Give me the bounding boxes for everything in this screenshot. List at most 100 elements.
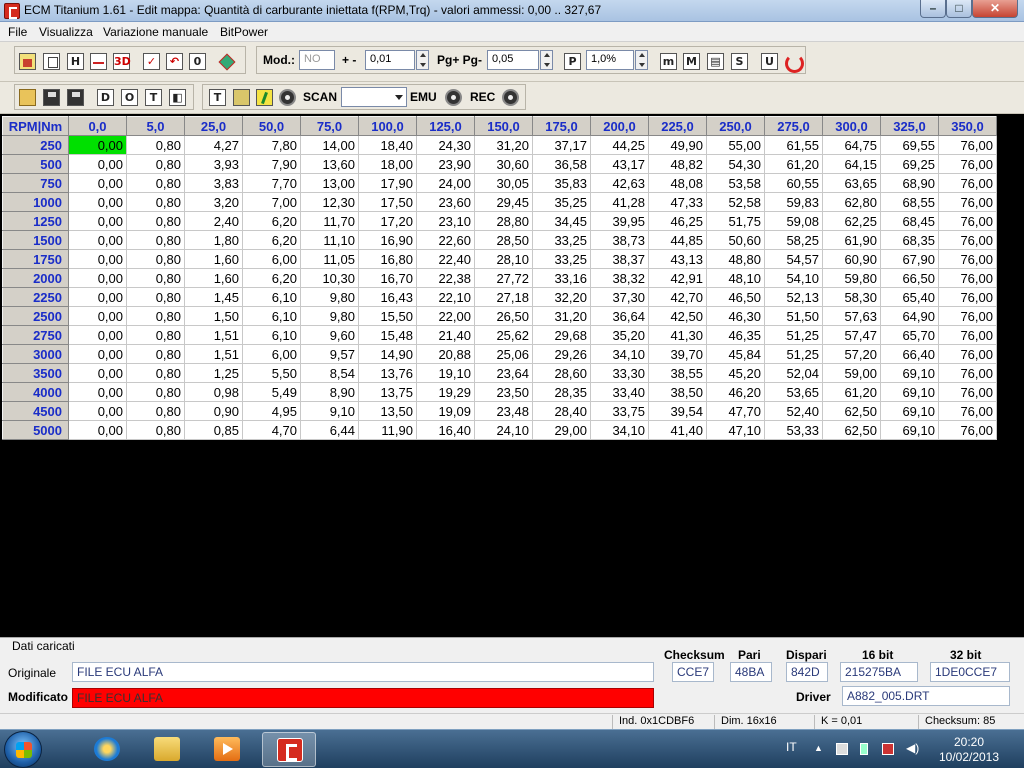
emu-icon[interactable] xyxy=(445,89,462,106)
map-cell[interactable]: 35,25 xyxy=(532,192,591,212)
map-cell[interactable]: 39,54 xyxy=(648,401,707,421)
map-cell[interactable]: 25,62 xyxy=(474,325,533,345)
map-cell[interactable]: 46,30 xyxy=(706,306,765,326)
page-step-spinner[interactable] xyxy=(540,50,553,70)
map-cell[interactable]: 0,00 xyxy=(68,173,127,193)
taskbar-ecm[interactable] xyxy=(262,732,316,767)
map-cell[interactable]: 61,20 xyxy=(822,382,881,402)
map-cell[interactable]: 66,50 xyxy=(880,268,939,288)
map-cell[interactable]: 35,83 xyxy=(532,173,591,193)
original-file-field[interactable]: FILE ECU ALFA xyxy=(72,662,654,682)
m-icon[interactable]: M xyxy=(683,53,700,70)
map-cell[interactable]: 76,00 xyxy=(938,173,997,193)
map-cell[interactable]: 51,25 xyxy=(764,344,823,364)
map-cell[interactable]: 33,30 xyxy=(590,363,649,383)
map-cell[interactable]: 17,50 xyxy=(358,192,417,212)
map-cell[interactable]: 21,40 xyxy=(416,325,475,345)
map-cell[interactable]: 6,00 xyxy=(242,249,301,269)
map-cell[interactable]: 31,20 xyxy=(532,306,591,326)
map-cell[interactable]: 27,18 xyxy=(474,287,533,307)
map-cell[interactable]: 7,00 xyxy=(242,192,301,212)
map-cell[interactable]: 0,80 xyxy=(126,135,185,155)
map-cell[interactable]: 54,57 xyxy=(764,249,823,269)
map-cell[interactable]: 69,10 xyxy=(880,363,939,383)
map-cell[interactable]: 18,40 xyxy=(358,135,417,155)
map-row-header[interactable]: 2000 xyxy=(2,268,69,288)
save-as-icon[interactable] xyxy=(67,89,84,106)
map-column-header[interactable]: 150,0 xyxy=(474,116,533,136)
map-cell[interactable]: 46,25 xyxy=(648,211,707,231)
undo-icon[interactable]: ↶ xyxy=(166,53,183,70)
map-cell[interactable]: 28,80 xyxy=(474,211,533,231)
map-cell[interactable]: 59,83 xyxy=(764,192,823,212)
map-cell[interactable]: 1,51 xyxy=(184,325,243,345)
step-spinner[interactable] xyxy=(416,50,429,70)
map-row-header[interactable]: 4000 xyxy=(2,382,69,402)
map-column-header[interactable]: 300,0 xyxy=(822,116,881,136)
map-cell[interactable]: 6,00 xyxy=(242,344,301,364)
map-cell[interactable]: 1,60 xyxy=(184,268,243,288)
map-cell[interactable]: 31,20 xyxy=(474,135,533,155)
map-row-header[interactable]: 750 xyxy=(2,173,69,193)
map-cell[interactable]: 62,80 xyxy=(822,192,881,212)
menu-bitpower[interactable]: BitPower xyxy=(220,25,268,39)
map-cell[interactable]: 0,80 xyxy=(126,173,185,193)
map-row-header[interactable]: 1750 xyxy=(2,249,69,269)
map-column-header[interactable]: 100,0 xyxy=(358,116,417,136)
map-cell[interactable]: 3,93 xyxy=(184,154,243,174)
menu-variazione-manuale[interactable]: Variazione manuale xyxy=(103,25,208,39)
map-cell[interactable]: 47,70 xyxy=(706,401,765,421)
map-cell[interactable]: 69,10 xyxy=(880,382,939,402)
map-column-header[interactable]: 25,0 xyxy=(184,116,243,136)
house-icon[interactable] xyxy=(19,53,36,70)
map-cell[interactable]: 19,29 xyxy=(416,382,475,402)
map-cell[interactable]: 44,25 xyxy=(590,135,649,155)
map-cell[interactable]: 6,20 xyxy=(242,268,301,288)
map-cell[interactable]: 27,72 xyxy=(474,268,533,288)
map-cell[interactable]: 39,95 xyxy=(590,211,649,231)
copy-icon[interactable] xyxy=(43,53,60,70)
map-cell[interactable]: 0,00 xyxy=(68,249,127,269)
map-cell[interactable]: 42,63 xyxy=(590,173,649,193)
map-cell[interactable]: 16,90 xyxy=(358,230,417,250)
map-cell[interactable]: 22,10 xyxy=(416,287,475,307)
language-indicator[interactable]: IT xyxy=(786,740,797,768)
map-cell[interactable]: 45,20 xyxy=(706,363,765,383)
map-cell[interactable]: 0,90 xyxy=(184,401,243,421)
percent-input[interactable]: 1,0% xyxy=(586,50,634,70)
map-cell[interactable]: 76,00 xyxy=(938,135,997,155)
map-cell[interactable]: 76,00 xyxy=(938,192,997,212)
map-cell[interactable]: 34,45 xyxy=(532,211,591,231)
map-cell[interactable]: 61,55 xyxy=(764,135,823,155)
map-cell[interactable]: 0,80 xyxy=(126,154,185,174)
map-column-header[interactable]: 0,0 xyxy=(68,116,127,136)
map-cell[interactable]: 60,55 xyxy=(764,173,823,193)
map-cell[interactable]: 33,40 xyxy=(590,382,649,402)
map-row-header[interactable]: 5000 xyxy=(2,420,69,440)
taskbar-explorer[interactable] xyxy=(140,732,194,767)
map-cell[interactable]: 0,80 xyxy=(126,306,185,326)
curve-icon[interactable] xyxy=(90,53,107,70)
map-cell[interactable]: 37,30 xyxy=(590,287,649,307)
taskbar-ie[interactable] xyxy=(80,732,134,767)
map-cell[interactable]: 0,00 xyxy=(68,287,127,307)
map-cell[interactable]: 68,55 xyxy=(880,192,939,212)
close-button[interactable]: ✕ xyxy=(972,0,1018,18)
map-cell[interactable]: 25,06 xyxy=(474,344,533,364)
map-cell[interactable]: 6,44 xyxy=(300,420,359,440)
map-cell[interactable]: 48,08 xyxy=(648,173,707,193)
m-small-icon[interactable]: m xyxy=(660,53,677,70)
network-icon[interactable] xyxy=(882,743,894,755)
map-cell[interactable]: 29,26 xyxy=(532,344,591,364)
map-cell[interactable]: 43,17 xyxy=(590,154,649,174)
map-cell[interactable]: 29,00 xyxy=(532,420,591,440)
map-cell[interactable]: 1,45 xyxy=(184,287,243,307)
map-cell[interactable]: 17,20 xyxy=(358,211,417,231)
map-cell[interactable]: 13,50 xyxy=(358,401,417,421)
map-cell[interactable]: 51,75 xyxy=(706,211,765,231)
map-cell[interactable]: 36,58 xyxy=(532,154,591,174)
map-cell[interactable]: 0,00 xyxy=(68,192,127,212)
minimize-button[interactable]: – xyxy=(920,0,946,18)
map-cell[interactable]: 63,65 xyxy=(822,173,881,193)
map-cell[interactable]: 47,10 xyxy=(706,420,765,440)
